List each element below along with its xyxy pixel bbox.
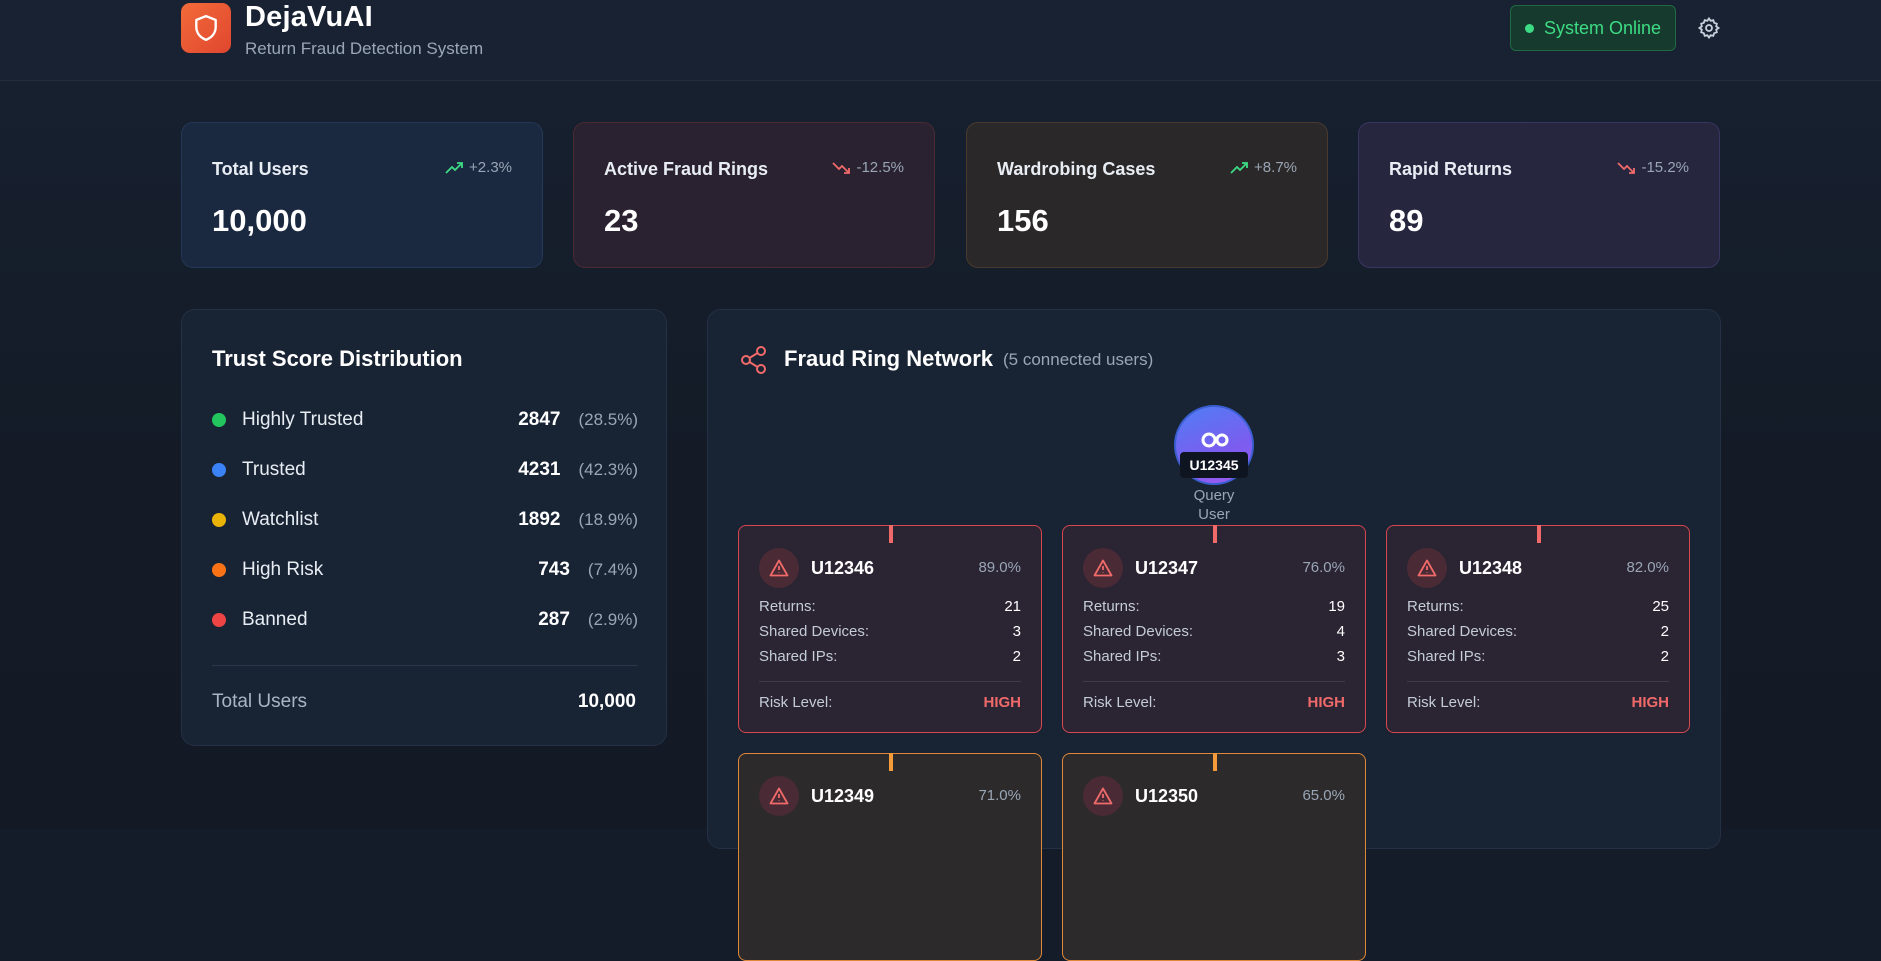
node-shared-ips: Shared IPs: 2 [759,648,1021,665]
app-header: DejaVuAI Return Fraud Detection System S… [0,0,1881,81]
stat-card-total-users: Total Users +2.3% 10,000 [181,122,543,268]
yellow-dot-icon [212,513,226,527]
node-returns: Returns: 19 [1083,598,1345,615]
ring-node-card[interactable]: U12349 71.0% [738,753,1042,961]
stat-label: Total Users [212,159,309,179]
stat-label: Active Fraud Rings [604,159,769,179]
trust-row-trusted: Trusted 4231 (42.3%) [212,455,638,485]
stat-value: 156 [997,203,1049,238]
node-shared-devices: Shared Devices: 3 [759,623,1021,640]
trust-score-panel: Trust Score Distribution Highly Trusted … [181,309,667,746]
app-subtitle: Return Fraud Detection System [245,39,484,58]
fraud-ring-network-panel: Fraud Ring Network (5 connected users) U… [707,309,1721,961]
stat-value: 89 [1389,203,1424,238]
stat-change: -12.5% [832,159,904,176]
stat-change: +2.3% [445,159,512,176]
query-user-id: U12345 [1180,452,1248,478]
status-text: System Online [1543,17,1662,38]
risk-level-label: Risk Level: [1407,694,1481,711]
risk-level-label: Risk Level: [759,694,833,711]
divider [1407,681,1669,682]
node-score: 71.0% [978,787,1021,804]
network-subtitle: (5 connected users) [1003,350,1154,369]
orange-dot-icon [212,563,226,577]
node-score: 65.0% [1302,787,1345,804]
node-shared-ips: Shared IPs: 3 [1083,648,1345,665]
stat-label: Wardrobing Cases [997,159,1156,179]
stat-card-rapid-returns: Rapid Returns -15.2% 89 [1358,122,1720,268]
alert-triangle-icon [759,548,799,588]
trending-up-icon [1230,161,1248,174]
stat-card-wardrobing-cases: Wardrobing Cases +8.7% 156 [966,122,1328,268]
trending-down-icon [832,161,851,174]
alert-triangle-icon [1083,548,1123,588]
node-user-id: U12349 [811,786,875,806]
trust-row-highly-trusted: Highly Trusted 2847 (28.5%) [212,405,638,435]
node-score: 82.0% [1626,559,1669,576]
ring-node-card[interactable]: U12348 82.0% Returns: 25 Shared Devices: 2… [1386,525,1690,733]
shield-logo-icon [181,3,231,53]
stat-card-active-fraud-rings: Active Fraud Rings -12.5% 23 [573,122,935,268]
system-status-badge: System Online [1510,5,1676,51]
node-user-id: U12348 [1459,558,1523,578]
trending-up-icon [445,161,463,174]
node-returns: Returns: 21 [759,598,1021,615]
blue-dot-icon [212,463,226,477]
share-network-icon [740,345,768,375]
divider [1083,681,1345,682]
node-user-id: U12346 [811,558,875,578]
total-users-label: Total Users [212,691,308,712]
ring-node-card[interactable]: U12350 65.0% [1062,753,1366,961]
node-shared-devices: Shared Devices: 2 [1407,623,1669,640]
trust-row-high-risk: High Risk 743 (7.4%) [212,555,638,585]
node-returns: Returns: 25 [1407,598,1669,615]
connector-tick [1213,753,1217,771]
stat-change: +8.7% [1230,159,1297,176]
divider [212,665,638,666]
risk-level-value: HIGH [983,694,1022,711]
risk-level-value: HIGH [1307,694,1346,711]
node-user-id: U12350 [1135,786,1199,806]
node-shared-ips: Shared IPs: 2 [1407,648,1669,665]
red-dot-icon [212,613,226,627]
status-dot-icon [1524,23,1534,33]
connector-tick [889,525,893,543]
connector-tick [1213,525,1217,543]
stat-change: -15.2% [1617,159,1689,176]
ring-node-card[interactable]: U12346 89.0% Returns: 21 Shared Devices: 3… [738,525,1042,733]
alert-triangle-icon [1083,776,1123,816]
panel-title: Trust Score Distribution [212,346,463,371]
ring-node-card[interactable]: U12347 76.0% Returns: 19 Shared Devices: 4… [1062,525,1366,733]
connector-tick [889,753,893,771]
risk-level-label: Risk Level: [1083,694,1157,711]
stat-value: 23 [604,203,639,238]
connector-tick [1537,525,1541,543]
divider [759,681,1021,682]
total-users-value: 10,000 [577,691,636,712]
alert-triangle-icon [1407,548,1447,588]
risk-level-value: HIGH [1631,694,1670,711]
trust-row-watchlist: Watchlist 1892 (18.9%) [212,505,638,535]
query-user-label: Query User [1193,487,1235,523]
node-score: 89.0% [978,559,1021,576]
node-user-id: U12347 [1135,558,1199,578]
node-score: 76.0% [1302,559,1345,576]
trust-row-banned: Banned 287 (2.9%) [212,605,638,635]
alert-triangle-icon [759,776,799,816]
stat-label: Rapid Returns [1389,159,1513,179]
app-title: DejaVuAI [245,1,373,33]
trending-down-icon [1617,161,1636,174]
settings-gear-icon[interactable] [1697,16,1721,40]
network-title: Fraud Ring Network [784,346,994,371]
node-shared-devices: Shared Devices: 4 [1083,623,1345,640]
stat-value: 10,000 [212,203,307,238]
green-dot-icon [212,413,226,427]
